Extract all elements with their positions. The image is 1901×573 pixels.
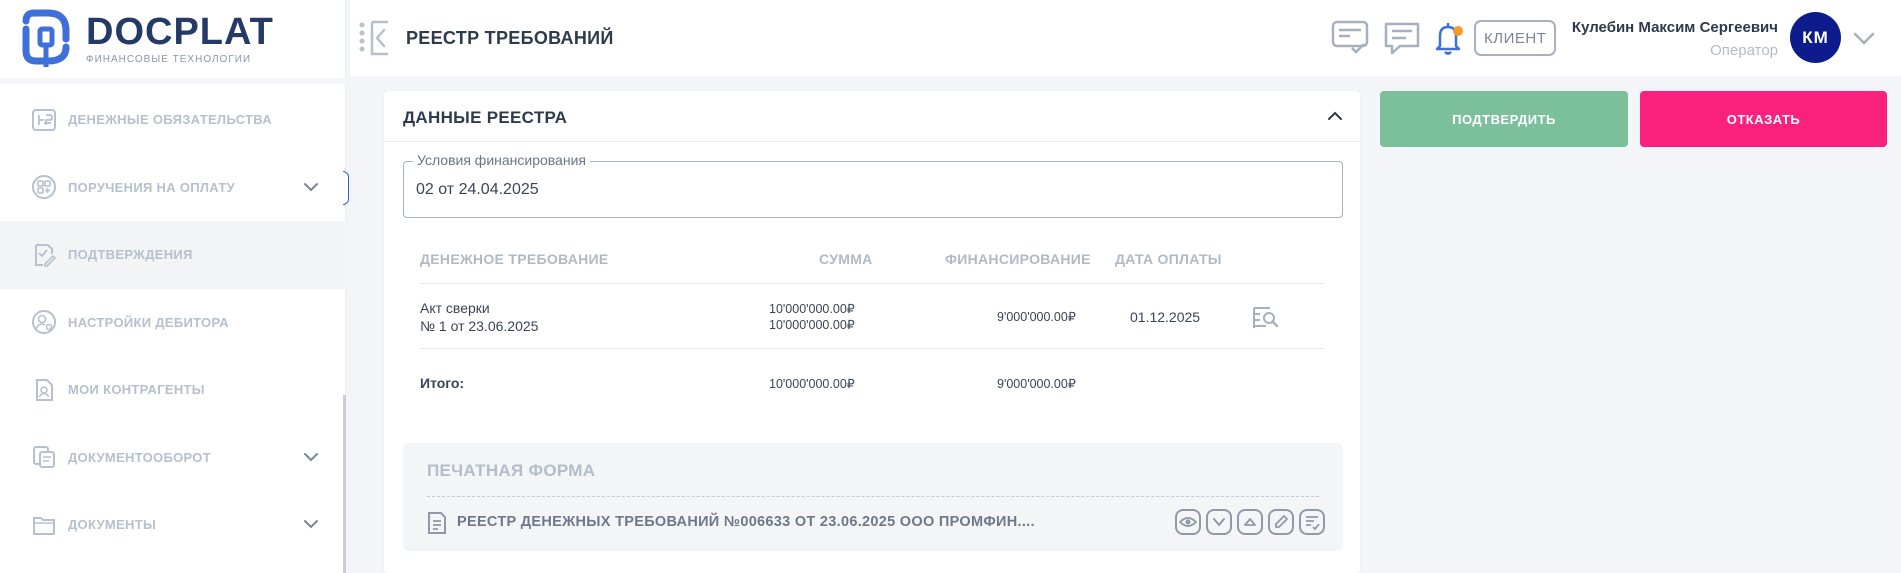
sidebar-item-document-flow[interactable]: ДОКУМЕНТООБОРОТ [0, 424, 346, 492]
sign-document-button[interactable] [1268, 509, 1294, 535]
signature-details-button[interactable] [1299, 509, 1325, 535]
print-form-divider [427, 496, 1319, 497]
sidebar-item-label: ДОКУМЕНТЫ [68, 517, 156, 533]
column-header-amount: СУММА [819, 251, 873, 267]
brand-name: DOCPLAT [86, 10, 274, 53]
sidebar: DOCPLAT ФИНАНСОВЫЕ ТЕХНОЛОГИИ ДЕНЕЖНЫЕ О… [0, 0, 349, 573]
debtor-settings-icon [30, 308, 58, 336]
row-divider [420, 283, 1324, 284]
sidebar-item-counterparties[interactable]: МОИ КОНТРАГЕНТЫ [0, 356, 346, 424]
document-flow-icon [30, 443, 58, 471]
sidebar-item-label: НАСТРОЙКИ ДЕБИТОРА [68, 314, 229, 330]
sidebar-divider [0, 78, 346, 84]
sidebar-item-documents[interactable]: ДОКУМЕНТЫ [0, 491, 346, 559]
claim-title: Акт сверки [420, 300, 490, 316]
pencil-icon [1275, 515, 1288, 528]
financing-terms-field[interactable]: Условия финансирования 02 от 24.04.2025 [403, 152, 1343, 218]
logo[interactable]: DOCPLAT ФИНАНСОВЫЕ ТЕХНОЛОГИИ [18, 4, 328, 72]
page-title: РЕЕСТР ТРЕБОВАНИЙ [406, 28, 614, 48]
print-form-title: ПЕЧАТНАЯ ФОРМА [427, 461, 596, 480]
registry-card: ДАННЫЕ РЕЕСТРА Условия финансирования 02… [384, 91, 1360, 573]
total-amount: 10'000'000.00₽ [769, 377, 855, 391]
sidebar-nav: ДЕНЕЖНЫЕ ОБЯЗАТЕЛЬСТВА ПОРУЧЕНИЯ НА ОПЛА… [0, 86, 346, 559]
financing-terms-label: Условия финансирования [413, 152, 590, 168]
document-file-icon [428, 512, 446, 534]
document-preview-icon[interactable] [1252, 306, 1280, 330]
column-header-financing: ФИНАНСИРОВАНИЕ [945, 251, 1091, 267]
counterparties-icon [30, 376, 58, 404]
brand-tagline: ФИНАНСОВЫЕ ТЕХНОЛОГИИ [86, 53, 252, 65]
claim-pay-date: 01.12.2025 [1130, 309, 1201, 325]
avatar[interactable]: КМ [1790, 12, 1841, 63]
upload-document-button[interactable] [1237, 509, 1263, 535]
row-divider [420, 348, 1324, 349]
top-header: РЕЕСТР ТРЕБОВАНИЙ КЛИЕНТ Кулебин Максим … [350, 0, 1901, 76]
financing-terms-value: 02 от 24.04.2025 [416, 181, 539, 198]
claim-financing: 9'000'000.00₽ [997, 310, 1076, 324]
confirm-button[interactable]: ПОДТВЕРДИТЬ [1380, 91, 1628, 147]
sidebar-item-debtor-settings[interactable]: НАСТРОЙКИ ДЕБИТОРА [0, 289, 346, 357]
column-header-claim: ДЕНЕЖНОЕ ТРЕБОВАНИЕ [420, 251, 609, 267]
sidebar-resize-handle[interactable] [343, 171, 349, 205]
reject-button[interactable]: ОТКАЗАТЬ [1640, 91, 1887, 147]
user-name: Кулебин Максим Сергеевич [1571, 19, 1778, 36]
registry-card-header[interactable]: ДАННЫЕ РЕЕСТРА [384, 91, 1360, 142]
collapse-sidebar-icon[interactable] [358, 20, 392, 56]
documents-icon [30, 511, 58, 539]
registry-title: ДАННЫЕ РЕЕСТРА [403, 108, 568, 127]
chevron-down-icon[interactable] [302, 448, 320, 466]
download-document-button[interactable] [1206, 509, 1232, 535]
claim-amount-secondary: 10'000'000.00₽ [769, 318, 855, 332]
chevron-down-icon [1213, 518, 1225, 527]
claim-amount: 10'000'000.00₽ [769, 302, 855, 316]
notifications-bell-icon[interactable] [1428, 18, 1468, 58]
sidebar-item-label: ДЕНЕЖНЫЕ ОБЯЗАТЕЛЬСТВА [68, 112, 272, 128]
sidebar-item-label: МОИ КОНТРАГЕНТЫ [68, 382, 205, 398]
sidebar-item-label: ДОКУМЕНТООБОРОТ [68, 449, 211, 465]
print-form-file-name[interactable]: РЕЕСТР ДЕНЕЖНЫХ ТРЕБОВАНИЙ №006633 ОТ 23… [457, 514, 1035, 530]
chevron-up-icon[interactable] [1324, 105, 1346, 127]
payment-order-icon [30, 173, 58, 201]
money-obligation-icon [30, 106, 58, 134]
eye-icon [1179, 517, 1197, 527]
print-form-panel: ПЕЧАТНАЯ ФОРМА РЕЕСТР ДЕНЕЖНЫХ ТРЕБОВАНИ… [403, 443, 1343, 551]
chevron-down-icon[interactable] [302, 178, 320, 196]
view-document-button[interactable] [1175, 509, 1201, 535]
chevron-down-icon[interactable] [1852, 28, 1876, 48]
app-root: DOCPLAT ФИНАНСОВЫЕ ТЕХНОЛОГИИ ДЕНЕЖНЫЕ О… [0, 0, 1901, 573]
sidebar-item-label: ПОРУЧЕНИЯ НА ОПЛАТУ [68, 179, 235, 195]
tasks-icon[interactable] [1330, 18, 1370, 58]
sidebar-item-confirmations[interactable]: ПОДТВЕРЖДЕНИЯ [0, 221, 346, 289]
sidebar-scrollbar[interactable] [343, 395, 346, 573]
signature-list-icon [1306, 516, 1320, 530]
claim-number: № 1 от 23.06.2025 [420, 318, 539, 334]
messages-icon[interactable] [1382, 18, 1422, 58]
role-badge[interactable]: КЛИЕНТ [1474, 20, 1557, 56]
chevron-down-icon[interactable] [302, 515, 320, 533]
sidebar-item-payment-orders[interactable]: ПОРУЧЕНИЯ НА ОПЛАТУ [0, 154, 346, 222]
total-financing: 9'000'000.00₽ [997, 377, 1076, 391]
upload-arrow-icon [1244, 518, 1256, 526]
sidebar-item-label: ПОДТВЕРЖДЕНИЯ [68, 247, 193, 263]
logo-text: DOCPLAT ФИНАНСОВЫЕ ТЕХНОЛОГИИ [86, 12, 274, 65]
docplat-logo-icon [22, 9, 70, 67]
total-label: Итого: [420, 375, 465, 391]
column-header-pay-date: ДАТА ОПЛАТЫ [1115, 251, 1222, 267]
sidebar-item-money-obligations[interactable]: ДЕНЕЖНЫЕ ОБЯЗАТЕЛЬСТВА [0, 86, 346, 154]
confirmation-icon [30, 241, 58, 269]
user-role: Оператор [1710, 42, 1778, 59]
